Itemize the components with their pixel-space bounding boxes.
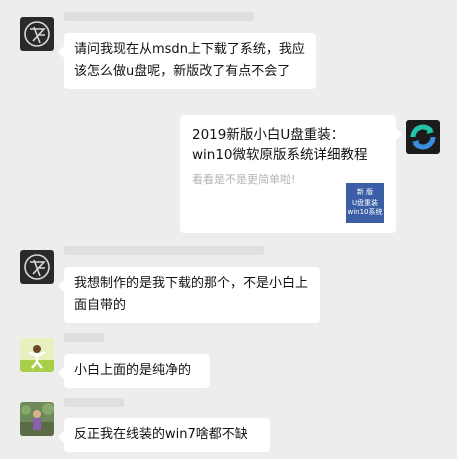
message-bubble[interactable]: 反正我在线装的win7啥都不缺	[58, 418, 270, 452]
avatar-person-photo-icon	[20, 338, 54, 372]
message-text: 小白上面的是纯净的	[74, 363, 192, 378]
card-title: 2019新版小白U盘重装：win10微软原版系统详细教程	[192, 127, 368, 163]
avatar[interactable]	[406, 120, 440, 154]
avatar-user-logo-icon	[20, 250, 54, 284]
sender-name	[64, 398, 124, 407]
message-bubble[interactable]: 我想制作的是我下载的那个，不是小白上面自带的	[58, 267, 320, 323]
avatar-user-logo-icon	[20, 17, 54, 51]
sender-name	[64, 246, 264, 255]
message-bubble[interactable]: 请问我现在从msdn上下载了系统，我应该怎么做u盘呢，新版改了有点不会了	[58, 33, 316, 89]
avatar-xiaobai-logo-icon	[406, 120, 440, 154]
avatar[interactable]	[20, 17, 54, 51]
avatar[interactable]	[20, 250, 54, 284]
article-card[interactable]: 2019新版小白U盘重装：win10微软原版系统详细教程 看看是不是更简单啦! …	[180, 115, 402, 233]
message-text: 我想制作的是我下载的那个，不是小白上面自带的	[74, 276, 309, 313]
message-text: 请问我现在从msdn上下载了系统，我应该怎么做u盘呢，新版改了有点不会了	[74, 42, 305, 79]
thumb-text: win10系统	[347, 208, 383, 216]
sender-name	[64, 12, 254, 21]
card-thumbnail: 新 版 U盘重装 win10系统	[346, 183, 384, 223]
message-text: 反正我在线装的win7啥都不缺	[74, 427, 248, 442]
thumb-text: U盘重装	[351, 199, 379, 207]
avatar-outdoor-photo-icon	[20, 402, 54, 436]
message-bubble[interactable]: 小白上面的是纯净的	[58, 354, 210, 388]
sender-name	[64, 333, 104, 342]
thumb-text: 新 版	[356, 188, 374, 196]
avatar[interactable]	[20, 402, 54, 436]
avatar[interactable]	[20, 338, 54, 372]
